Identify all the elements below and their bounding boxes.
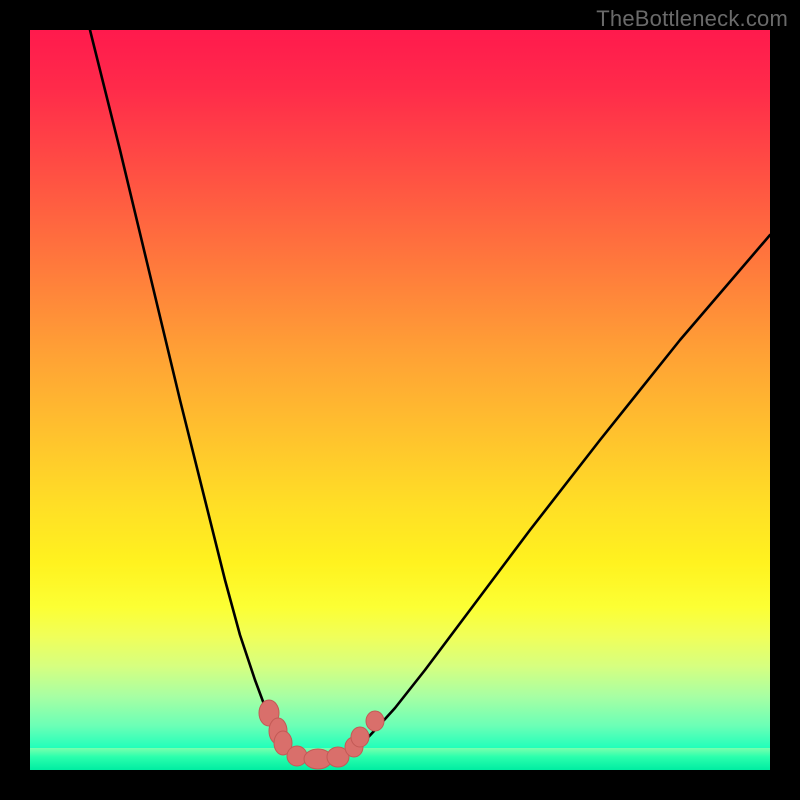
bottleneck-curve [90,30,770,759]
data-marker [259,700,279,726]
chart-frame: TheBottleneck.com [0,0,800,800]
watermark-text: TheBottleneck.com [596,6,788,32]
curve-layer [30,30,770,770]
plot-area [30,30,770,770]
data-marker [366,711,384,731]
gradient-green-band [30,748,770,770]
data-marker [351,727,369,747]
data-marker [269,718,287,744]
